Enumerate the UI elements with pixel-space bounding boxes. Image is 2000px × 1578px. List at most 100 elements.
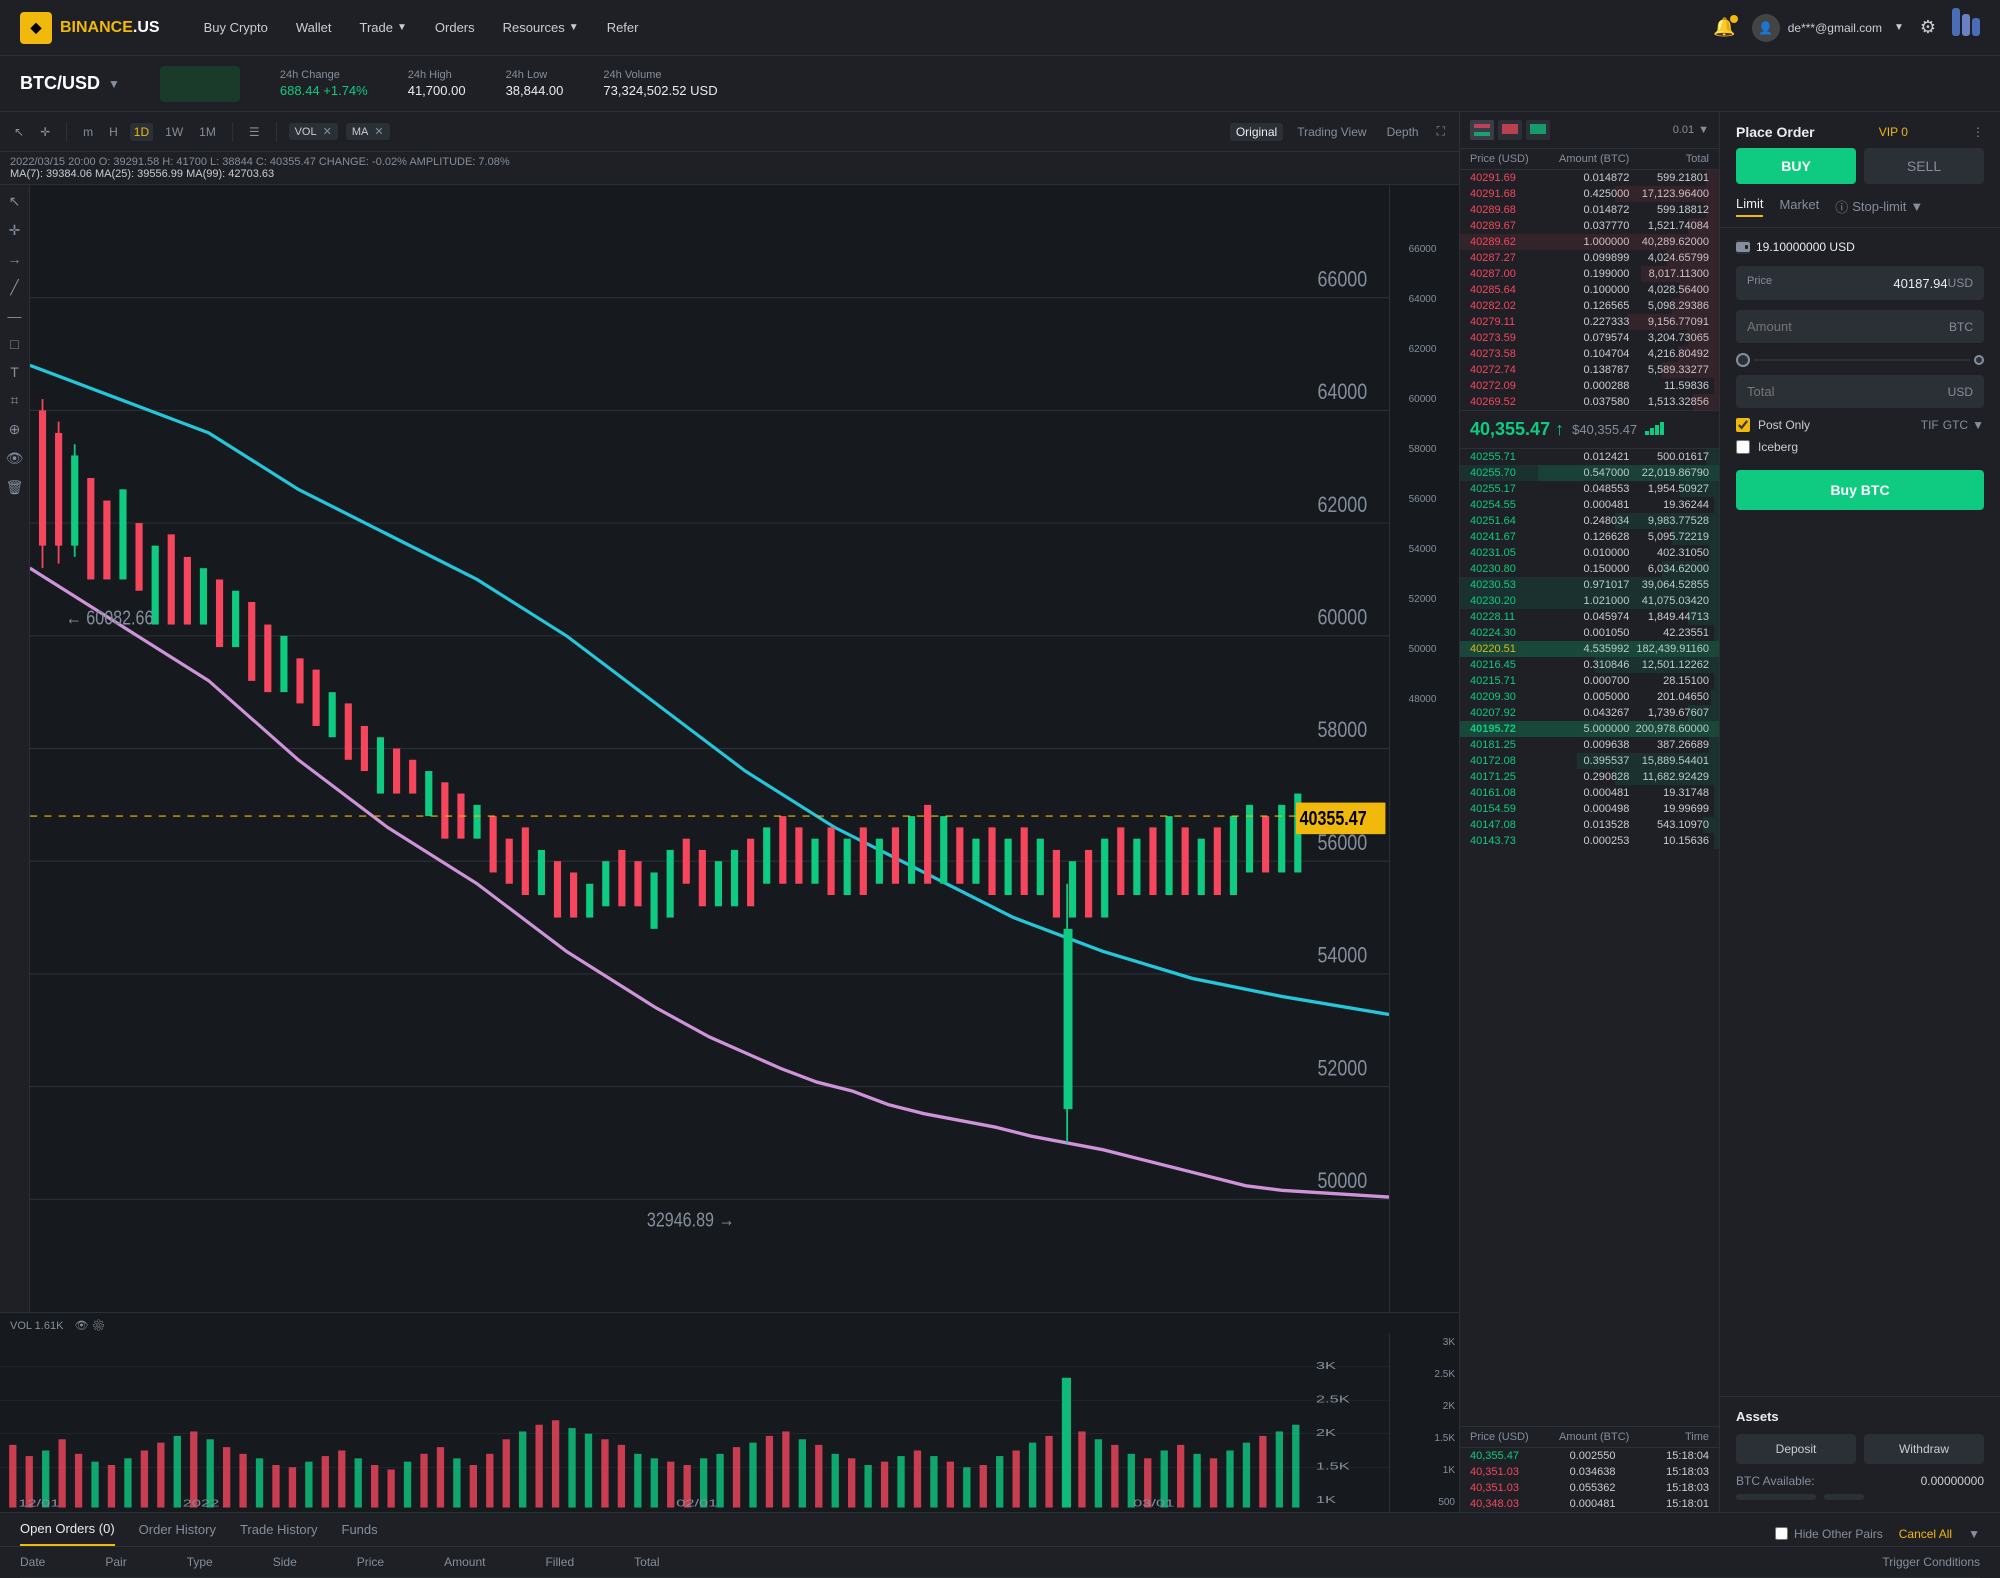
- tool-delete[interactable]: 🗑: [6, 479, 24, 496]
- time-1d[interactable]: 1D: [130, 123, 153, 141]
- nav-trade[interactable]: Trade ▼: [346, 0, 421, 56]
- table-row[interactable]: 40195.72 5.000000 200,978.60000: [1460, 721, 1719, 737]
- table-row[interactable]: 40273.58 0.104704 4,216.80492: [1460, 346, 1719, 362]
- table-row[interactable]: 40255.17 0.048553 1,954.50927: [1460, 481, 1719, 497]
- deposit-button[interactable]: Deposit: [1736, 1434, 1856, 1464]
- table-row[interactable]: 40272.74 0.138787 5,589.33277: [1460, 362, 1719, 378]
- table-row[interactable]: 40215.71 0.000700 28.15100: [1460, 673, 1719, 689]
- ob-precision[interactable]: 0.01 ▼: [1673, 124, 1709, 136]
- nav-refer[interactable]: Refer: [593, 0, 653, 56]
- nav-buy-crypto[interactable]: Buy Crypto: [190, 0, 282, 56]
- table-row[interactable]: 40172.08 0.395537 15,889.54401: [1460, 753, 1719, 769]
- tool-measure[interactable]: ⊕: [9, 421, 21, 438]
- cancel-all-button[interactable]: Cancel All: [1899, 1527, 1952, 1541]
- table-row[interactable]: 40282.02 0.126565 5,098.29386: [1460, 298, 1719, 314]
- tool-text[interactable]: T: [10, 364, 19, 380]
- nav-resources[interactable]: Resources ▼: [489, 0, 593, 56]
- table-row[interactable]: 40255.70 0.547000 22,019.86790: [1460, 465, 1719, 481]
- nav-wallet[interactable]: Wallet: [282, 0, 346, 56]
- hide-pairs-checkbox[interactable]: [1775, 1527, 1788, 1540]
- fullscreen-btn[interactable]: ⛶: [1433, 122, 1449, 141]
- iceberg-checkbox[interactable]: [1736, 440, 1750, 454]
- table-row[interactable]: 40291.68 0.425000 17,123.96400: [1460, 186, 1719, 202]
- time-1m[interactable]: 1M: [195, 123, 220, 141]
- table-row[interactable]: 40147.08 0.013528 543.10970: [1460, 817, 1719, 833]
- amount-slider[interactable]: [1736, 353, 1984, 367]
- crosshair-tool[interactable]: ✛: [36, 123, 54, 141]
- price-input[interactable]: [1772, 276, 1948, 291]
- table-row[interactable]: 40171.25 0.290828 11,682.92429: [1460, 769, 1719, 785]
- table-row[interactable]: 40273.59 0.079574 3,204.73065: [1460, 330, 1719, 346]
- table-row[interactable]: 40181.25 0.009638 387.26689: [1460, 737, 1719, 753]
- ob-view-both[interactable]: [1470, 120, 1494, 140]
- table-row[interactable]: 40154.59 0.000498 19.99699: [1460, 801, 1719, 817]
- settings-icon[interactable]: ⚙: [1920, 17, 1936, 38]
- tool-line[interactable]: ╱: [10, 279, 18, 296]
- table-row[interactable]: 40289.68 0.014872 599.18812: [1460, 202, 1719, 218]
- view-original[interactable]: Original: [1230, 123, 1283, 141]
- notification-bell[interactable]: 🔔: [1713, 17, 1735, 38]
- table-row[interactable]: 40220.51 4.535992 182,439.91160: [1460, 641, 1719, 657]
- cursor-tool[interactable]: ↖: [10, 123, 28, 141]
- ma-tag-close[interactable]: ✕: [374, 125, 383, 138]
- table-row[interactable]: 40224.30 0.001050 42.23551: [1460, 625, 1719, 641]
- time-1w[interactable]: 1W: [161, 123, 187, 141]
- tab-trade-history[interactable]: Trade History: [240, 1522, 318, 1545]
- withdraw-button[interactable]: Withdraw: [1864, 1434, 1984, 1464]
- time-m[interactable]: m: [79, 123, 97, 141]
- price-input-field[interactable]: Price USD: [1736, 266, 1984, 300]
- vip-badge[interactable]: VIP 0: [1879, 125, 1908, 139]
- post-only-checkbox[interactable]: [1736, 418, 1750, 432]
- table-row[interactable]: 40269.52 0.037580 1,513.32856: [1460, 394, 1719, 410]
- order-type-stoplimit[interactable]: ⓘ Stop-limit ▼: [1835, 197, 1923, 216]
- chart-canvas[interactable]: 66000 64000 62000 60000 58000 56000 5400…: [30, 185, 1389, 1312]
- user-account[interactable]: 👤 de***@gmail.com ▼: [1752, 14, 1904, 42]
- table-row[interactable]: 40279.11 0.227333 9,156.77091: [1460, 314, 1719, 330]
- vol-tag[interactable]: VOL ✕: [289, 123, 338, 140]
- tool-crosshair[interactable]: ✛: [9, 222, 21, 239]
- time-h[interactable]: H: [105, 123, 122, 141]
- tool-shapes[interactable]: □: [10, 336, 18, 352]
- tool-visible[interactable]: 👁: [6, 450, 24, 467]
- bottom-dropdown-arrow[interactable]: ▼: [1968, 1527, 1980, 1541]
- po-more-options[interactable]: ⋮: [1972, 125, 1984, 139]
- view-trading-view[interactable]: Trading View: [1291, 123, 1372, 141]
- table-row[interactable]: 40230.20 1.021000 41,075.03420: [1460, 593, 1719, 609]
- table-row[interactable]: 40254.55 0.000481 19.36244: [1460, 497, 1719, 513]
- table-row[interactable]: 40272.09 0.000288 11.59836: [1460, 378, 1719, 394]
- table-row[interactable]: 40,351.03 0.034638 15:18:03: [1460, 1464, 1719, 1480]
- candle-type[interactable]: ☰: [245, 123, 264, 141]
- table-row[interactable]: 40,348.03 0.000481 15:18:01: [1460, 1496, 1719, 1512]
- pair-selector[interactable]: BTC/USD ▼: [20, 73, 120, 94]
- table-row[interactable]: 40251.64 0.248034 9,983.77528: [1460, 513, 1719, 529]
- total-input[interactable]: [1747, 384, 1948, 399]
- tool-fib[interactable]: ⌗: [11, 392, 19, 409]
- table-row[interactable]: 40143.73 0.000253 10.15636: [1460, 833, 1719, 849]
- ma-tag[interactable]: MA ✕: [346, 123, 390, 140]
- ob-view-asks[interactable]: [1498, 120, 1522, 140]
- table-row[interactable]: 40255.71 0.012421 500.01617: [1460, 449, 1719, 465]
- view-depth[interactable]: Depth: [1381, 123, 1425, 141]
- order-type-market[interactable]: Market: [1779, 197, 1819, 216]
- total-input-field[interactable]: USD: [1736, 375, 1984, 408]
- ob-view-bids[interactable]: [1526, 120, 1550, 140]
- sell-button[interactable]: SELL: [1864, 148, 1984, 184]
- tool-hline[interactable]: —: [8, 308, 22, 324]
- buy-button[interactable]: BUY: [1736, 148, 1856, 184]
- amount-input[interactable]: [1747, 319, 1949, 334]
- table-row[interactable]: 40230.80 0.150000 6,034.62000: [1460, 561, 1719, 577]
- table-row[interactable]: 40231.05 0.010000 402.31050: [1460, 545, 1719, 561]
- table-row[interactable]: 40285.64 0.100000 4,028.56400: [1460, 282, 1719, 298]
- table-row[interactable]: 40228.11 0.045974 1,849.44713: [1460, 609, 1719, 625]
- logo[interactable]: ◆ BINANCE.US: [20, 12, 160, 44]
- slider-dot[interactable]: [1736, 353, 1750, 367]
- table-row[interactable]: 40241.67 0.126628 5,095.72219: [1460, 529, 1719, 545]
- buy-btc-button[interactable]: Buy BTC: [1736, 470, 1984, 510]
- table-row[interactable]: 40287.27 0.099899 4,024.65799: [1460, 250, 1719, 266]
- table-row[interactable]: 40161.08 0.000481 19.31748: [1460, 785, 1719, 801]
- tab-order-history[interactable]: Order History: [139, 1522, 216, 1545]
- table-row[interactable]: 40207.92 0.043267 1,739.67607: [1460, 705, 1719, 721]
- tab-funds[interactable]: Funds: [342, 1522, 378, 1545]
- table-row[interactable]: 40209.30 0.005000 201.04650: [1460, 689, 1719, 705]
- tab-open-orders[interactable]: Open Orders (0): [20, 1521, 115, 1546]
